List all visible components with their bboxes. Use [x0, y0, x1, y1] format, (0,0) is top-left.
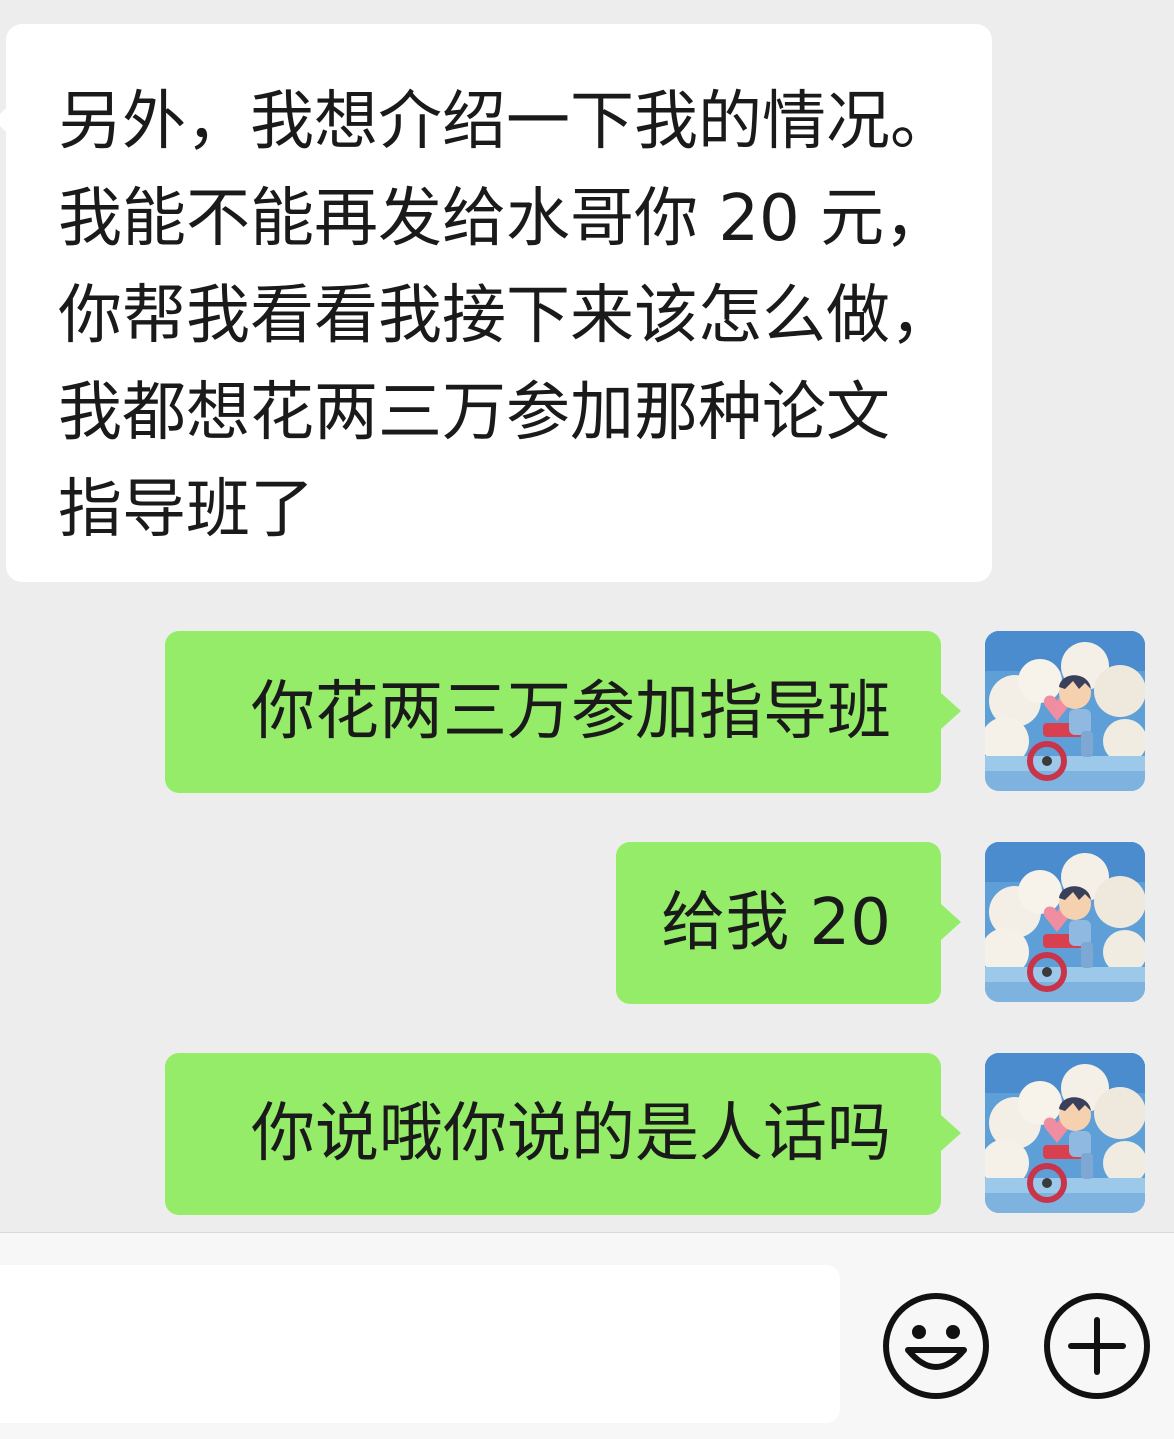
avatar-image — [985, 631, 1145, 791]
more-button[interactable] — [1043, 1292, 1151, 1400]
incoming-message-bubble[interactable]: 另外，我想介绍一下我的情况。 我能不能再发给水哥你 20 元， 你帮我看看我接下… — [0, 24, 992, 582]
avatar-image — [985, 1053, 1145, 1213]
message-text-line: 我都想花两三万参加那种论文 — [58, 376, 890, 450]
outgoing-message-bubble[interactable]: 你说哦你说的是人话吗 — [165, 1053, 961, 1215]
avatar[interactable] — [985, 842, 1145, 1002]
outgoing-message-bubble[interactable]: 你花两三万参加指导班 — [165, 631, 961, 793]
chat-message-list[interactable]: 另外，我想介绍一下我的情况。 我能不能再发给水哥你 20 元， 你帮我看看我接下… — [0, 0, 1174, 1232]
avatar[interactable] — [985, 631, 1145, 791]
message-text-line: 另外，我想介绍一下我的情况。 — [58, 85, 954, 159]
message-text: 你说哦你说的是人话吗 — [251, 1097, 891, 1171]
message-input[interactable] — [0, 1265, 840, 1423]
message-text-line: 我能不能再发给水哥你 20 元， — [58, 182, 949, 256]
outgoing-message-bubble[interactable]: 给我 20 — [616, 842, 961, 1004]
avatar-image — [985, 842, 1145, 1002]
avatar[interactable] — [985, 1053, 1145, 1213]
message-text: 给我 20 — [661, 886, 891, 960]
message-text-line: 你帮我看看我接下来该怎么做， — [58, 279, 954, 353]
input-bar — [0, 1232, 1174, 1439]
smiley-face-icon — [883, 1293, 989, 1399]
message-text-line: 指导班了 — [58, 473, 314, 547]
emoji-button[interactable] — [882, 1292, 990, 1400]
message-text: 你花两三万参加指导班 — [251, 675, 891, 749]
plus-circle-icon — [1044, 1293, 1150, 1399]
